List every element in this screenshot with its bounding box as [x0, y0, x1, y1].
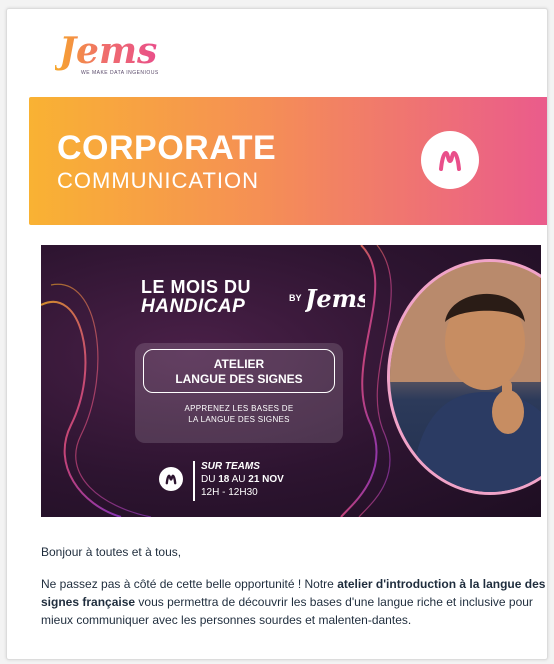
date-mid: AU	[229, 474, 249, 485]
jems-m-icon	[421, 131, 479, 189]
jems-logo: Jems WE MAKE DATA INGENIOUS	[55, 27, 175, 87]
schedule-where: SUR TEAMS	[201, 461, 260, 472]
date-start: 18	[218, 474, 230, 485]
workshop-description: APPRENEZ LES BASES DE LA LANGUE DES SIGN…	[135, 403, 343, 425]
email-body: Jems WE MAKE DATA INGENIOUS CORPORATE CO…	[6, 8, 548, 660]
schedule-dates: DU 18 AU 21 NOV	[201, 473, 341, 486]
banner-subtitle: COMMUNICATION	[57, 168, 260, 193]
jems-m-small-icon	[159, 467, 183, 491]
logo-tagline: WE MAKE DATA INGENIOUS	[81, 70, 159, 76]
workshop-line1: ATELIER	[213, 357, 265, 371]
workshop-line2: LANGUE DES SIGNES	[175, 372, 303, 386]
heading-by: BY	[289, 293, 302, 303]
intro-paragraph: Ne passez pas à côté de cette belle oppo…	[41, 575, 547, 629]
schedule-text: SUR TEAMS DU 18 AU 21 NOV 12H - 12H30	[201, 461, 341, 499]
corporate-banner: CORPORATE COMMUNICATION	[29, 97, 547, 225]
date-prefix: DU	[201, 474, 219, 485]
workshop-box: ATELIER LANGUE DES SIGNES APPRENEZ LES B…	[135, 343, 343, 443]
workshop-title: ATELIER LANGUE DES SIGNES	[143, 349, 335, 393]
event-heading: LE MOIS DU HANDICAP BY Jems	[141, 277, 365, 317]
greeting: Bonjour à toutes et à tous,	[41, 545, 182, 559]
date-end: 21 NOV	[248, 474, 284, 485]
event-brand-logo: Jems	[305, 284, 365, 313]
para-text-a: Ne passez pas à côté de cette belle oppo…	[41, 577, 338, 591]
logo-text: Jems	[55, 30, 157, 72]
event-visual: LE MOIS DU HANDICAP BY Jems ATELIER LANG…	[41, 245, 541, 517]
event-brand-text: Jems	[305, 284, 365, 313]
schedule-time: 12H - 12H30	[201, 487, 258, 498]
schedule-divider	[193, 461, 195, 501]
desc-line2: LA LANGUE DES SIGNES	[188, 415, 290, 424]
desc-line1: APPRENEZ LES BASES DE	[184, 404, 294, 413]
banner-title: CORPORATE	[57, 129, 277, 167]
